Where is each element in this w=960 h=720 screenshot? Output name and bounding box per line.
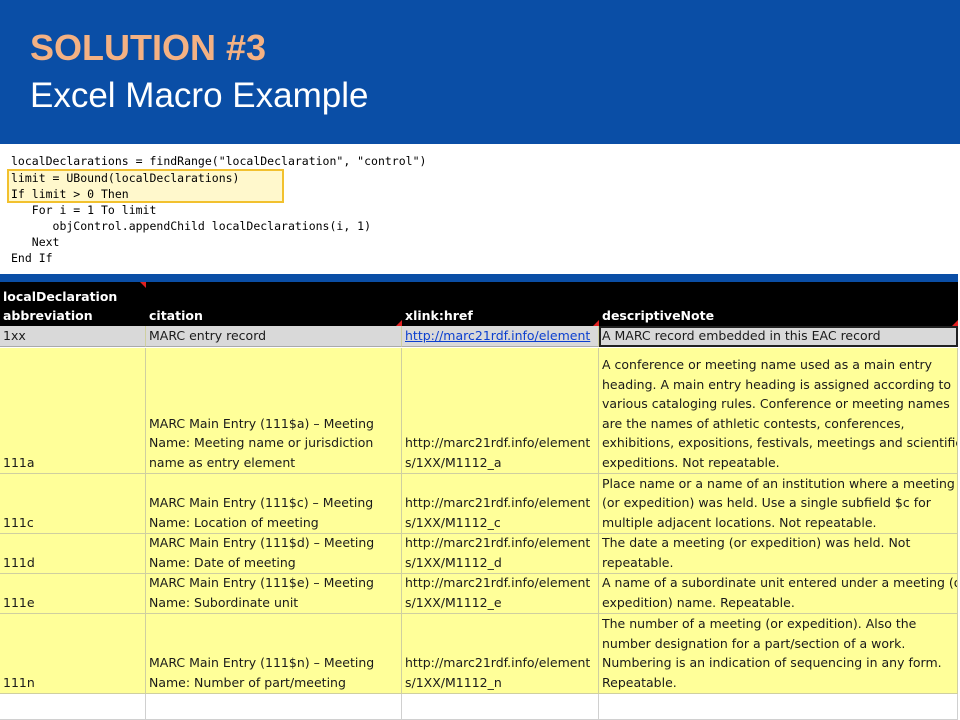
code-line: limit = UBound(localDeclarations) xyxy=(11,171,240,185)
table-cell[interactable]: MARC Main Entry (111$a) – Meeting Name: … xyxy=(146,348,402,474)
spreadsheet: localDeclaration abbreviation citation x… xyxy=(0,282,958,720)
table-cell[interactable]: The number of a meeting (or expedition).… xyxy=(599,614,958,694)
column-header-citation[interactable]: citation xyxy=(146,282,402,326)
code-line: If limit > 0 Then xyxy=(11,187,129,201)
code-line: localDeclarations = findRange("localDecl… xyxy=(11,154,427,168)
slide-subtitle: Excel Macro Example xyxy=(30,76,369,115)
selected-cell[interactable]: A MARC record embedded in this EAC recor… xyxy=(599,326,958,347)
column-header-abbreviation[interactable]: localDeclaration abbreviation xyxy=(0,282,146,326)
table-cell[interactable]: Place name or a name of an institution w… xyxy=(599,474,958,534)
table-cell[interactable]: MARC Main Entry (111$c) – Meeting Name: … xyxy=(146,474,402,534)
table-cell[interactable]: 111d xyxy=(0,534,146,574)
divider-bar xyxy=(0,274,958,282)
slide-header: SOLUTION #3 Excel Macro Example xyxy=(0,0,960,144)
table-cell[interactable]: http://marc21rdf.info/element xyxy=(402,326,599,347)
column-header-note[interactable]: descriptiveNote xyxy=(599,282,958,326)
table-cell[interactable]: MARC entry record xyxy=(146,326,402,347)
code-line: For i = 1 To limit xyxy=(11,203,157,217)
code-line: objControl.appendChild localDeclarations… xyxy=(11,219,372,233)
table-cell[interactable]: 111e xyxy=(0,574,146,614)
slide-title: SOLUTION #3 xyxy=(30,27,267,68)
table-cell[interactable]: 111a xyxy=(0,348,146,474)
empty-cell[interactable] xyxy=(599,694,958,720)
table-cell[interactable]: http://marc21rdf.info/element s/1XX/M111… xyxy=(402,474,599,534)
table-cell[interactable]: A name of a subordinate unit entered und… xyxy=(599,574,958,614)
href-link[interactable]: http://marc21rdf.info/element xyxy=(405,326,595,345)
empty-cell[interactable] xyxy=(146,694,402,720)
table-cell[interactable]: 111n xyxy=(0,614,146,694)
table-cell[interactable]: http://marc21rdf.info/element s/1XX/M111… xyxy=(402,348,599,474)
code-line: Next xyxy=(11,235,60,249)
table-cell[interactable]: http://marc21rdf.info/element s/1XX/M111… xyxy=(402,534,599,574)
empty-cell[interactable] xyxy=(402,694,599,720)
macro-code-block: localDeclarations = findRange("localDecl… xyxy=(0,144,960,272)
table-cell[interactable]: MARC Main Entry (111$d) – Meeting Name: … xyxy=(146,534,402,574)
table-cell[interactable]: MARC Main Entry (111$e) – Meeting Name: … xyxy=(146,574,402,614)
column-header-href[interactable]: xlink:href xyxy=(402,282,599,326)
table-cell[interactable]: 1xx xyxy=(0,326,146,347)
table-cell[interactable]: http://marc21rdf.info/element s/1XX/M111… xyxy=(402,614,599,694)
table-cell[interactable]: The date a meeting (or expedition) was h… xyxy=(599,534,958,574)
code-line: End If xyxy=(11,251,53,265)
empty-cell[interactable] xyxy=(0,694,146,720)
table-cell[interactable]: A conference or meeting name used as a m… xyxy=(599,348,958,474)
table-cell[interactable]: http://marc21rdf.info/element s/1XX/M111… xyxy=(402,574,599,614)
table-cell[interactable]: MARC Main Entry (111$n) – Meeting Name: … xyxy=(146,614,402,694)
table-cell[interactable]: 111c xyxy=(0,474,146,534)
